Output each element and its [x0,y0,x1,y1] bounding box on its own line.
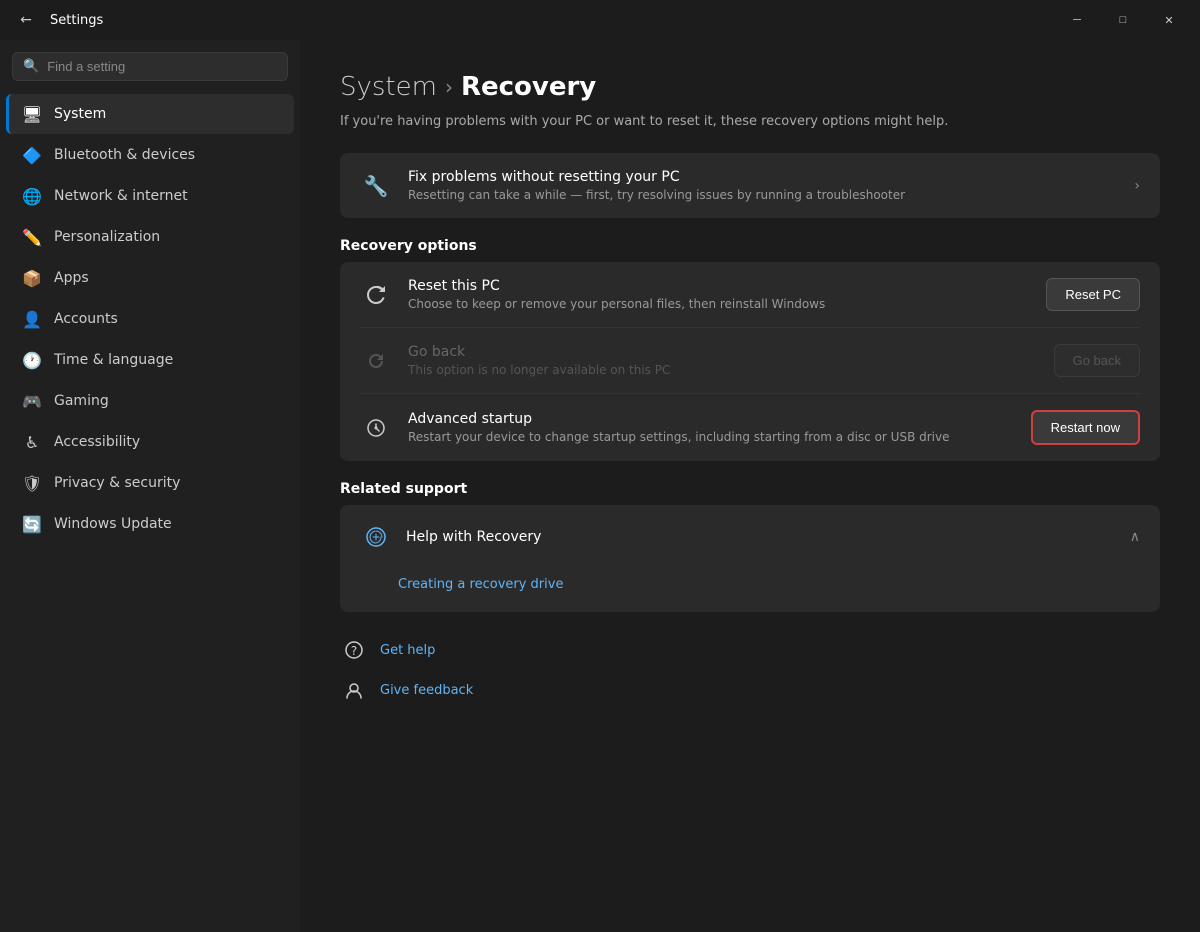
sidebar-item-windowsupdate[interactable]: 🔄 Windows Update [6,504,294,544]
help-chevron-icon: ∧ [1130,529,1140,545]
fix-problems-text: Fix problems without resetting your PC R… [408,169,1118,202]
accounts-icon: 👤 [22,309,42,329]
reset-pc-button[interactable]: Reset PC [1046,278,1140,311]
svg-text:?: ? [351,644,357,658]
title-bar-left: ← Settings [12,6,103,34]
nav-items-container: 🖥 System 🔷 Bluetooth & devices 🌐 Network & in… [0,93,300,545]
search-icon: 🔍 [23,59,39,74]
sidebar-label-personalization: Personalization [54,229,160,245]
close-button[interactable]: ✕ [1146,4,1192,36]
minimize-button[interactable]: ─ [1054,4,1100,36]
sidebar-item-personalization[interactable]: ✏️ Personalization [6,217,294,257]
sidebar-item-system[interactable]: 🖥 System [6,94,294,134]
go-back-text: Go back This option is no longer availab… [408,344,1038,377]
give-feedback-action[interactable]: Give feedback [340,676,1160,704]
time-icon: 🕐 [22,350,42,370]
breadcrumb-current: Recovery [461,72,596,102]
reset-pc-title: Reset this PC [408,278,1030,294]
sidebar-label-privacy: Privacy & security [54,475,180,491]
go-back-title: Go back [408,344,1038,360]
system-icon: 🖥 [22,104,42,124]
recovery-options-card: Reset this PC Choose to keep or remove y… [340,262,1160,461]
reset-pc-row: Reset this PC Choose to keep or remove y… [340,262,1160,327]
recovery-drive-link[interactable]: Creating a recovery drive [398,569,1140,600]
search-box[interactable]: 🔍 [12,52,288,81]
sidebar-label-time: Time & language [54,352,173,368]
fix-problems-title: Fix problems without resetting your PC [408,169,1118,185]
sidebar-label-system: System [54,106,106,122]
app-title: Settings [50,13,103,28]
help-with-recovery-title: Help with Recovery [406,529,541,545]
maximize-button[interactable]: □ [1100,4,1146,36]
fix-problems-card[interactable]: 🔧 Fix problems without resetting your PC… [340,153,1160,218]
go-back-icon [360,345,392,377]
advanced-startup-subtitle: Restart your device to change startup se… [408,430,1015,444]
apps-icon: 📦 [22,268,42,288]
accessibility-icon: ♿ [22,432,42,452]
recovery-options-title: Recovery options [340,238,1160,254]
windowsupdate-icon: 🔄 [22,514,42,534]
help-with-recovery-body: Creating a recovery drive [340,569,1160,612]
fix-problems-icon: 🔧 [360,170,392,202]
related-support-title: Related support [340,481,1160,497]
reset-pc-text: Reset this PC Choose to keep or remove y… [408,278,1030,311]
sidebar-item-bluetooth[interactable]: 🔷 Bluetooth & devices [6,135,294,175]
get-help-action[interactable]: ? Get help [340,636,1160,664]
get-help-icon: ? [340,636,368,664]
restart-now-button[interactable]: Restart now [1031,410,1140,445]
sidebar-item-network[interactable]: 🌐 Network & internet [6,176,294,216]
get-help-label: Get help [380,643,435,658]
window-controls: ─ □ ✕ [1054,4,1192,36]
network-icon: 🌐 [22,186,42,206]
back-button[interactable]: ← [12,6,40,34]
give-feedback-icon [340,676,368,704]
breadcrumb: System › Recovery [340,72,1160,102]
sidebar-item-accounts[interactable]: 👤 Accounts [6,299,294,339]
advanced-startup-row: Advanced startup Restart your device to … [340,394,1160,461]
sidebar-label-apps: Apps [54,270,89,286]
sidebar-label-network: Network & internet [54,188,188,204]
footer-actions: ? Get help Give feedback [340,636,1160,704]
advanced-startup-icon [360,412,392,444]
main-content: System › Recovery If you're having probl… [300,40,1200,932]
go-back-button: Go back [1054,344,1140,377]
title-bar: ← Settings ─ □ ✕ [0,0,1200,40]
sidebar-item-time[interactable]: 🕐 Time & language [6,340,294,380]
sidebar-item-accessibility[interactable]: ♿ Accessibility [6,422,294,462]
sidebar-label-gaming: Gaming [54,393,109,409]
page-description: If you're having problems with your PC o… [340,114,1160,129]
give-feedback-label: Give feedback [380,683,473,698]
go-back-row: Go back This option is no longer availab… [340,328,1160,393]
bluetooth-icon: 🔷 [22,145,42,165]
advanced-startup-title: Advanced startup [408,411,1015,427]
go-back-subtitle: This option is no longer available on th… [408,363,1038,377]
sidebar-label-bluetooth: Bluetooth & devices [54,147,195,163]
search-input[interactable] [47,59,277,74]
gaming-icon: 🎮 [22,391,42,411]
sidebar-item-gaming[interactable]: 🎮 Gaming [6,381,294,421]
breadcrumb-separator: › [445,75,453,99]
breadcrumb-parent: System [340,72,437,102]
advanced-startup-text: Advanced startup Restart your device to … [408,411,1015,444]
help-with-recovery-header[interactable]: Help with Recovery ∧ [340,505,1160,569]
fix-problems-subtitle: Resetting can take a while — first, try … [408,188,1118,202]
reset-pc-icon [360,279,392,311]
sidebar-label-accounts: Accounts [54,311,118,327]
help-with-recovery-icon [360,521,392,553]
sidebar-item-privacy[interactable]: 🛡 Privacy & security [6,463,294,503]
personalization-icon: ✏️ [22,227,42,247]
sidebar: 🔍 🖥 System 🔷 Bluetooth & devices 🌐 Network & … [0,40,300,932]
fix-problems-chevron: › [1134,178,1140,194]
help-with-recovery-card: Help with Recovery ∧ Creating a recovery… [340,505,1160,612]
sidebar-label-accessibility: Accessibility [54,434,140,450]
app-body: 🔍 🖥 System 🔷 Bluetooth & devices 🌐 Network & … [0,40,1200,932]
privacy-icon: 🛡 [22,473,42,493]
reset-pc-subtitle: Choose to keep or remove your personal f… [408,297,1030,311]
sidebar-item-apps[interactable]: 📦 Apps [6,258,294,298]
sidebar-label-windowsupdate: Windows Update [54,516,172,532]
